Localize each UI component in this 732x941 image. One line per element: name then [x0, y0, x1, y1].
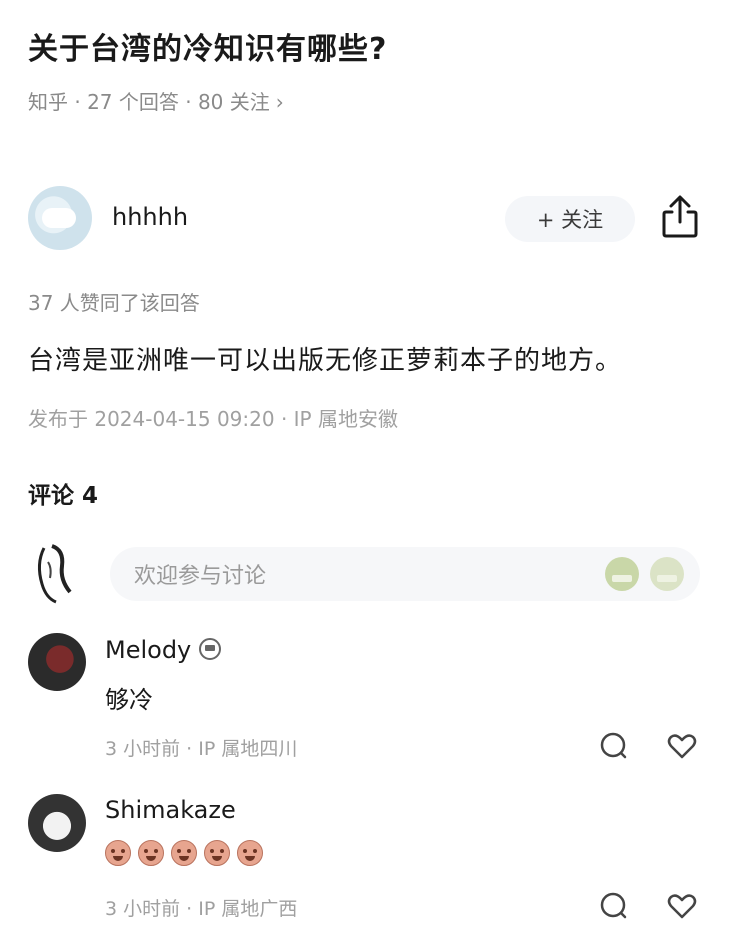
likes-count: 37 人赞同了该回答	[28, 291, 200, 315]
comment-author-name: Melody	[105, 636, 192, 664]
badge-icon	[199, 638, 222, 660]
publish-info: 发布于 2024-04-15 09:20 · IP 属地安徽	[28, 407, 398, 431]
heart-icon[interactable]	[666, 890, 698, 922]
speech-bubble-icon[interactable]	[598, 890, 630, 922]
question-title[interactable]: 关于台湾的冷知识有哪些?	[28, 24, 387, 68]
heart-icon[interactable]	[666, 730, 698, 762]
comment-author[interactable]: Shimakaze	[105, 796, 236, 824]
comment-author[interactable]: Melody	[105, 636, 222, 664]
my-avatar	[30, 544, 84, 604]
commenter-avatar[interactable]	[28, 794, 86, 852]
comment-meta: 3 小时前 · IP 属地四川	[105, 738, 298, 760]
comment-emoji-row	[105, 840, 270, 870]
sweating-face-emoji	[171, 840, 197, 866]
speech-bubble-icon[interactable]	[598, 730, 630, 762]
question-meta-text: 知乎 · 27 个回答 · 80 关注	[28, 90, 270, 114]
sweating-face-emoji	[204, 840, 230, 866]
answer-content: 台湾是亚洲唯一可以出版无修正萝莉本子的地方。	[28, 346, 623, 376]
emoji-sticker-icon[interactable]	[605, 557, 639, 591]
author-avatar[interactable]	[28, 186, 92, 250]
author-name[interactable]: hhhhh	[112, 203, 188, 231]
follow-button[interactable]: + 关注	[505, 196, 635, 242]
sweating-face-emoji	[138, 840, 164, 866]
share-icon[interactable]	[660, 194, 700, 240]
comments-header: 评论 4	[28, 483, 99, 509]
question-meta[interactable]: 知乎 · 27 个回答 · 80 关注 ›	[28, 86, 284, 115]
sweating-face-emoji	[237, 840, 263, 866]
comment-meta: 3 小时前 · IP 属地广西	[105, 898, 298, 920]
chevron-right-icon: ›	[275, 90, 284, 114]
sweating-face-emoji	[105, 840, 131, 866]
comment-text: 够冷	[105, 686, 153, 714]
comment-author-name: Shimakaze	[105, 796, 236, 824]
commenter-avatar[interactable]	[28, 633, 86, 691]
emoji-sticker-icon[interactable]	[650, 557, 684, 591]
